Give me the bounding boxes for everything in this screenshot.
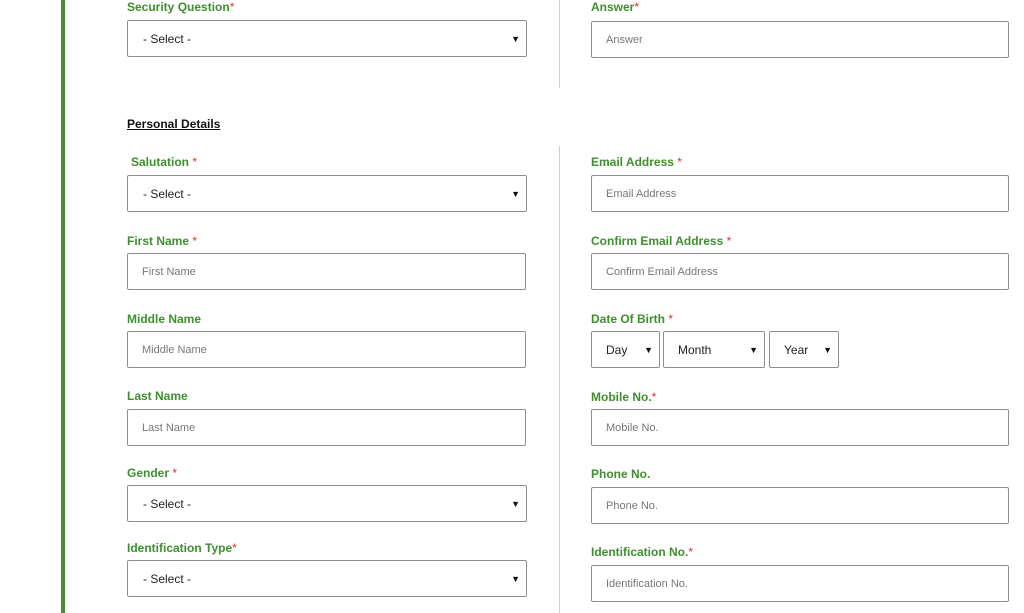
accent-bar — [61, 0, 65, 613]
gender-select[interactable]: - Select - ▼ — [127, 485, 527, 522]
middle-name-input[interactable]: Middle Name — [127, 331, 526, 368]
confirm-email-label: Confirm Email Address * — [591, 234, 732, 248]
email-input[interactable]: Email Address — [591, 175, 1009, 212]
dob-month-select[interactable]: Month ▼ — [663, 331, 765, 368]
security-question-select[interactable]: - Select - ▼ — [127, 20, 527, 57]
phone-label: Phone No. — [591, 467, 651, 481]
identification-no-label: Identification No.* — [591, 545, 694, 559]
dob-year-select[interactable]: Year ▼ — [769, 331, 839, 368]
identification-type-label: Identification Type* — [127, 541, 237, 555]
last-name-input[interactable]: Last Name — [127, 409, 526, 446]
caret-down-icon: ▼ — [511, 33, 520, 44]
identification-no-input[interactable]: Identification No. — [591, 565, 1009, 602]
caret-down-icon: ▼ — [823, 344, 832, 355]
answer-input[interactable]: Answer — [591, 21, 1009, 58]
confirm-email-input[interactable]: Confirm Email Address — [591, 253, 1009, 290]
phone-input[interactable]: Phone No. — [591, 487, 1009, 524]
caret-down-icon: ▼ — [511, 498, 520, 509]
security-question-label: Security Question* — [127, 0, 235, 14]
answer-label: Answer* — [591, 0, 640, 14]
column-divider-top — [559, 0, 560, 88]
gender-label: Gender * — [127, 466, 178, 480]
first-name-input[interactable]: First Name — [127, 253, 526, 290]
dob-day-select[interactable]: Day ▼ — [591, 331, 660, 368]
mobile-label: Mobile No.* — [591, 390, 657, 404]
column-divider — [559, 146, 560, 613]
middle-name-label: Middle Name — [127, 312, 202, 326]
salutation-select[interactable]: - Select - ▼ — [127, 175, 527, 212]
dob-label: Date Of Birth * — [591, 312, 674, 326]
caret-down-icon: ▼ — [644, 344, 653, 355]
salutation-label: Salutation * — [131, 155, 198, 169]
mobile-input[interactable]: Mobile No. — [591, 409, 1009, 446]
last-name-label: Last Name — [127, 389, 188, 403]
caret-down-icon: ▼ — [511, 188, 520, 199]
section-title-personal-details: Personal Details — [127, 117, 221, 131]
caret-down-icon: ▼ — [749, 344, 758, 355]
email-label: Email Address * — [591, 155, 682, 169]
caret-down-icon: ▼ — [511, 573, 520, 584]
first-name-label: First Name * — [127, 234, 198, 248]
identification-type-select[interactable]: - Select - ▼ — [127, 560, 527, 597]
